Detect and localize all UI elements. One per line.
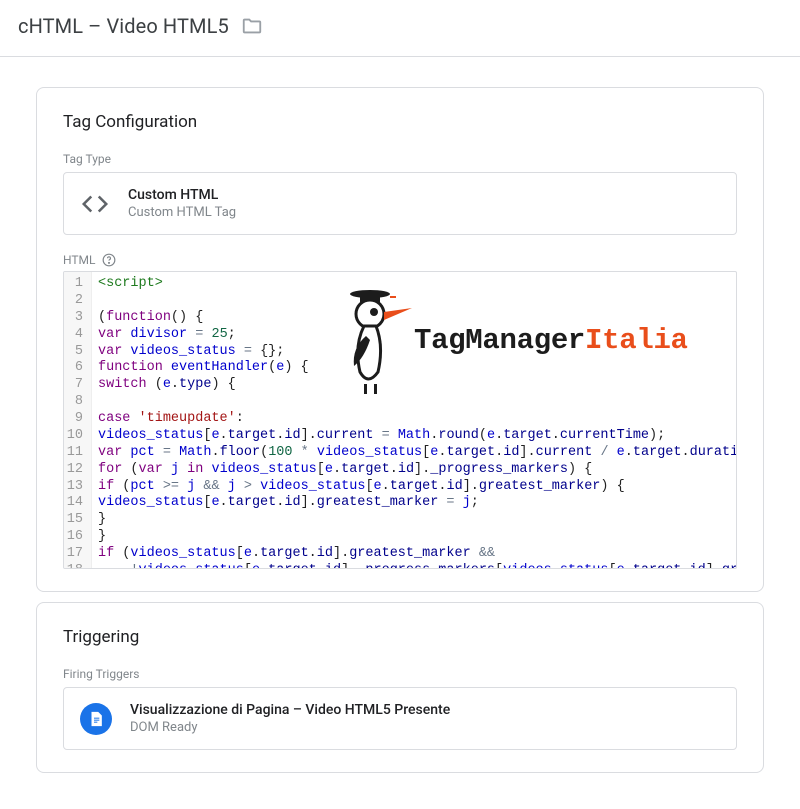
tag-type-text: Custom HTML Custom HTML Tag bbox=[128, 187, 236, 220]
code-brackets-icon bbox=[80, 189, 110, 219]
tag-config-title: Tag Configuration bbox=[63, 112, 737, 132]
trigger-text: Visualizzazione di Pagina – Video HTML5 … bbox=[130, 702, 450, 735]
page-header: cHTML – Video HTML5 bbox=[0, 0, 800, 57]
pageview-trigger-icon bbox=[80, 703, 112, 735]
tag-type-primary: Custom HTML bbox=[128, 187, 236, 203]
code-content[interactable]: <script> (function() {var divisor = 25;v… bbox=[92, 272, 737, 569]
trigger-secondary: DOM Ready bbox=[130, 720, 450, 735]
firing-triggers-label: Firing Triggers bbox=[63, 667, 737, 681]
tag-type-label: Tag Type bbox=[63, 152, 737, 166]
code-gutter: 123456789101112131415161718 bbox=[64, 272, 92, 569]
content-area: Tag Configuration Tag Type Custom HTML C… bbox=[0, 57, 800, 809]
triggering-card: Triggering Firing Triggers Visualizzazio… bbox=[36, 602, 764, 773]
trigger-primary: Visualizzazione di Pagina – Video HTML5 … bbox=[130, 702, 450, 718]
tag-configuration-card: Tag Configuration Tag Type Custom HTML C… bbox=[36, 87, 764, 592]
html-label-row: HTML bbox=[63, 253, 737, 267]
help-icon[interactable] bbox=[102, 253, 116, 267]
html-code-editor[interactable]: 123456789101112131415161718 <script> (fu… bbox=[63, 271, 737, 569]
page-title: cHTML – Video HTML5 bbox=[18, 14, 229, 38]
tag-type-secondary: Custom HTML Tag bbox=[128, 205, 236, 220]
html-field-label: HTML bbox=[63, 253, 96, 267]
triggering-title: Triggering bbox=[63, 627, 737, 647]
tag-type-selector[interactable]: Custom HTML Custom HTML Tag bbox=[63, 172, 737, 235]
folder-icon[interactable] bbox=[241, 15, 263, 37]
firing-trigger-row[interactable]: Visualizzazione di Pagina – Video HTML5 … bbox=[63, 687, 737, 750]
